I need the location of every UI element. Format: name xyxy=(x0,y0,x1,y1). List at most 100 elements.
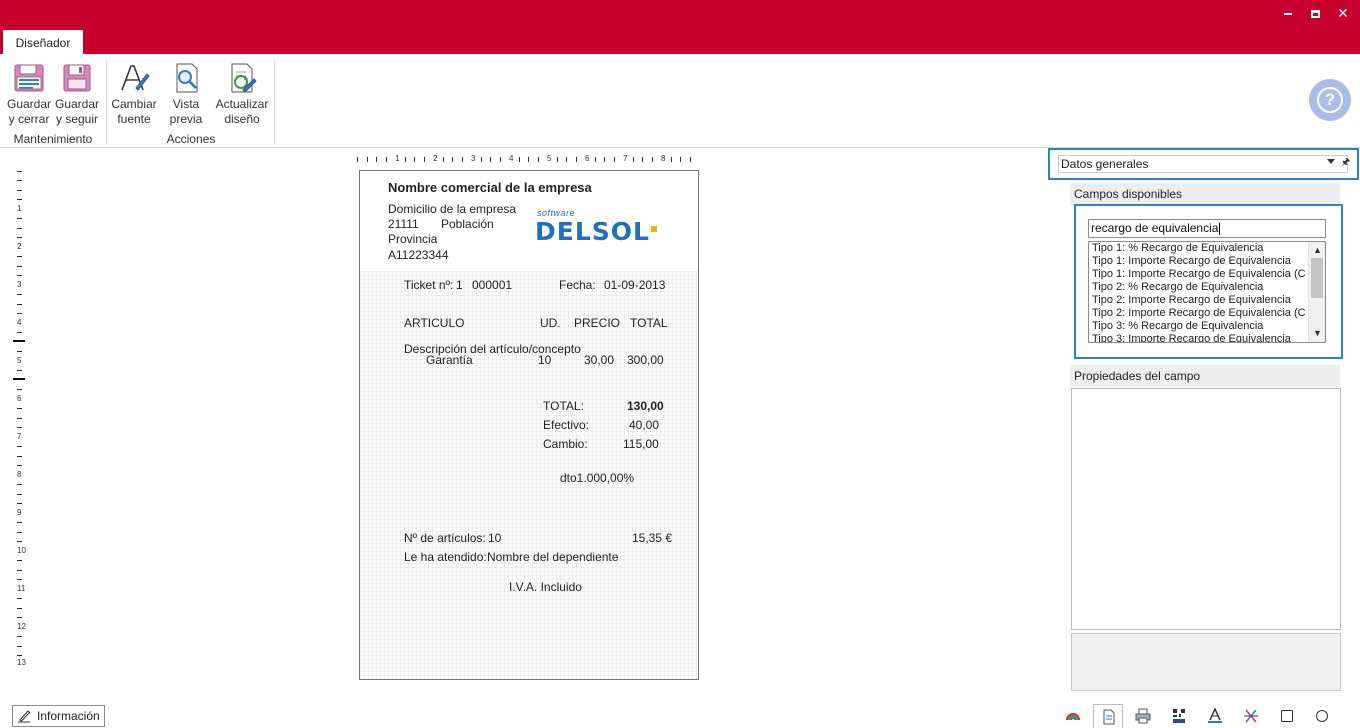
section-combo-value: Datos generales xyxy=(1058,155,1348,173)
city-field[interactable]: Población xyxy=(441,217,494,231)
tab-printer[interactable] xyxy=(1128,704,1158,728)
scroll-down-icon[interactable]: ▼ xyxy=(1313,328,1322,338)
ruler-tick xyxy=(557,157,558,162)
province-field[interactable]: Provincia xyxy=(388,232,437,246)
tab-qr-code[interactable] xyxy=(1164,704,1194,728)
company-logo[interactable]: software DELSOL xyxy=(533,206,661,246)
fields-scrollbar[interactable]: ▲ ▼ xyxy=(1308,242,1325,342)
cambiar-fuente-button[interactable]: Cambiar fuente xyxy=(111,62,157,127)
tab-text-style[interactable] xyxy=(1200,704,1230,728)
list-item[interactable]: Tipo 1: Importe Recargo de Equivalencia xyxy=(1092,255,1309,267)
efectivo-value[interactable]: 40,00 xyxy=(629,418,659,432)
ruler-tick xyxy=(595,157,596,162)
maximize-button[interactable] xyxy=(1305,4,1325,22)
ruler-tick xyxy=(17,560,22,561)
discount-field[interactable]: dto1.000,00% xyxy=(560,471,634,485)
date-field[interactable]: 01-09-2013 xyxy=(604,278,665,292)
list-item[interactable]: Tipo 2: Importe Recargo de Equivalencia … xyxy=(1092,307,1309,319)
address-field[interactable]: Domicilio de la empresa xyxy=(388,202,516,216)
logo-big-text: DELSOL xyxy=(535,217,650,246)
minimize-button[interactable] xyxy=(1278,4,1298,22)
iva-text[interactable]: I.V.A. Incluido xyxy=(509,580,582,594)
column-articulo[interactable]: ARTICULO xyxy=(404,316,464,330)
guardar-cerrar-button[interactable]: Guardar y cerrar xyxy=(6,62,52,127)
efectivo-label[interactable]: Efectivo: xyxy=(543,418,589,432)
ruler-tick xyxy=(633,157,634,162)
ruler-tick xyxy=(671,157,672,162)
font-pen-icon xyxy=(121,65,150,91)
list-item[interactable]: Tipo 2: % Recargo de Equivalencia xyxy=(1092,281,1309,293)
ruler-tick xyxy=(17,532,22,533)
line-total-field[interactable]: 300,00 xyxy=(627,353,664,367)
total-label[interactable]: TOTAL: xyxy=(543,399,584,413)
cambio-label[interactable]: Cambio: xyxy=(543,437,588,451)
attended-value[interactable]: Nombre del dependiente xyxy=(487,550,618,564)
list-item[interactable]: Tipo 2: Importe Recargo de Equivalencia xyxy=(1092,294,1309,306)
ticket-number-field[interactable]: 000001 xyxy=(472,278,512,292)
ruler-tick xyxy=(17,418,22,419)
amount-field[interactable]: 15,35 € xyxy=(632,531,672,545)
ruler-tick xyxy=(17,199,22,200)
ruler-tick xyxy=(680,157,681,162)
ruler-tick xyxy=(500,157,501,162)
close-icon: ✕ xyxy=(1337,5,1349,21)
tab-rectangle[interactable] xyxy=(1272,704,1302,728)
tab-ellipse[interactable] xyxy=(1307,704,1337,728)
tab-colors[interactable] xyxy=(1058,704,1088,728)
ruler-tick xyxy=(17,570,22,571)
scroll-up-icon[interactable]: ▲ xyxy=(1313,245,1322,255)
attended-label[interactable]: Le ha atendido: xyxy=(404,550,487,564)
ticket-series-field[interactable]: 1 xyxy=(456,278,463,292)
ruler-number: 3 xyxy=(17,280,22,289)
postal-code-field[interactable]: 21111 xyxy=(388,217,419,231)
ruler-tick xyxy=(17,427,22,428)
informacion-label: Información xyxy=(37,709,100,723)
column-ud[interactable]: UD. xyxy=(540,316,561,330)
cambiar-fuente-label-1: Cambiar xyxy=(111,97,157,111)
group-label-acciones: Acciones xyxy=(166,132,216,146)
close-button[interactable]: ✕ xyxy=(1333,4,1353,22)
tax-id-field[interactable]: A11223344 xyxy=(388,248,449,262)
ruler-tick xyxy=(17,608,22,609)
num-articulos-value[interactable]: 10 xyxy=(488,531,501,545)
tab-lines[interactable] xyxy=(1236,704,1266,728)
fields-list[interactable]: Tipo 1: % Recargo de Equivalencia Tipo 1… xyxy=(1088,241,1326,343)
column-precio[interactable]: PRECIO xyxy=(574,316,620,330)
vertical-ruler: 1 2 3 4 5 6 7 8 9 10 11 12 13 xyxy=(12,168,26,668)
company-name-field[interactable]: Nombre comercial de la empresa xyxy=(388,180,592,195)
maximize-icon xyxy=(1310,9,1320,18)
actualizar-diseno-button[interactable]: Actualizar diseño xyxy=(213,62,271,127)
pin-icon[interactable]: 🖈 xyxy=(1341,155,1350,172)
list-item[interactable]: Tipo 1: % Recargo de Equivalencia xyxy=(1092,242,1309,254)
total-value[interactable]: 130,00 xyxy=(627,399,664,413)
horizontal-ruler: 1 2 3 4 5 6 7 8 xyxy=(357,154,693,165)
line-item-field[interactable]: Garantía xyxy=(426,353,473,367)
text-a-icon xyxy=(1208,708,1222,723)
vista-previa-button[interactable]: Vista previa xyxy=(163,62,209,127)
section-combo[interactable]: Datos generales 🖈 xyxy=(1048,148,1359,180)
chevron-down-icon[interactable] xyxy=(1327,159,1335,164)
ruler-margin-marker[interactable] xyxy=(13,378,25,380)
list-item[interactable]: Tipo 3: % Recargo de Equivalencia xyxy=(1092,320,1309,332)
line-ud-field[interactable]: 10 xyxy=(538,353,551,367)
ruler-margin-marker[interactable] xyxy=(13,340,25,342)
guardar-seguir-button[interactable]: Guardar y seguir xyxy=(54,62,100,127)
informacion-button[interactable]: Información xyxy=(12,705,105,727)
field-properties-box[interactable] xyxy=(1071,388,1341,630)
help-button[interactable]: ? xyxy=(1309,79,1351,121)
num-articulos-label[interactable]: Nº de artículos: xyxy=(404,531,486,545)
line-precio-field[interactable]: 30,00 xyxy=(584,353,614,367)
scroll-thumb[interactable] xyxy=(1311,258,1323,298)
ruler-tick xyxy=(642,157,643,162)
tab-document[interactable] xyxy=(1093,704,1123,728)
list-item[interactable]: Tipo 3: Importe Recargo de Equivalencia xyxy=(1092,333,1309,342)
field-search-input[interactable]: recargo de equivalencia xyxy=(1088,219,1326,238)
list-item[interactable]: Tipo 1: Importe Recargo de Equivalencia … xyxy=(1092,268,1309,280)
date-label[interactable]: Fecha: xyxy=(559,278,596,292)
text-caret xyxy=(1219,222,1221,235)
ticket-number-label[interactable]: Ticket nº: xyxy=(404,278,453,292)
qr-code-icon xyxy=(1173,709,1185,723)
cambio-value[interactable]: 115,00 xyxy=(623,437,659,451)
column-total[interactable]: TOTAL xyxy=(630,316,668,330)
tab-disenador[interactable]: Diseñador xyxy=(3,30,83,54)
